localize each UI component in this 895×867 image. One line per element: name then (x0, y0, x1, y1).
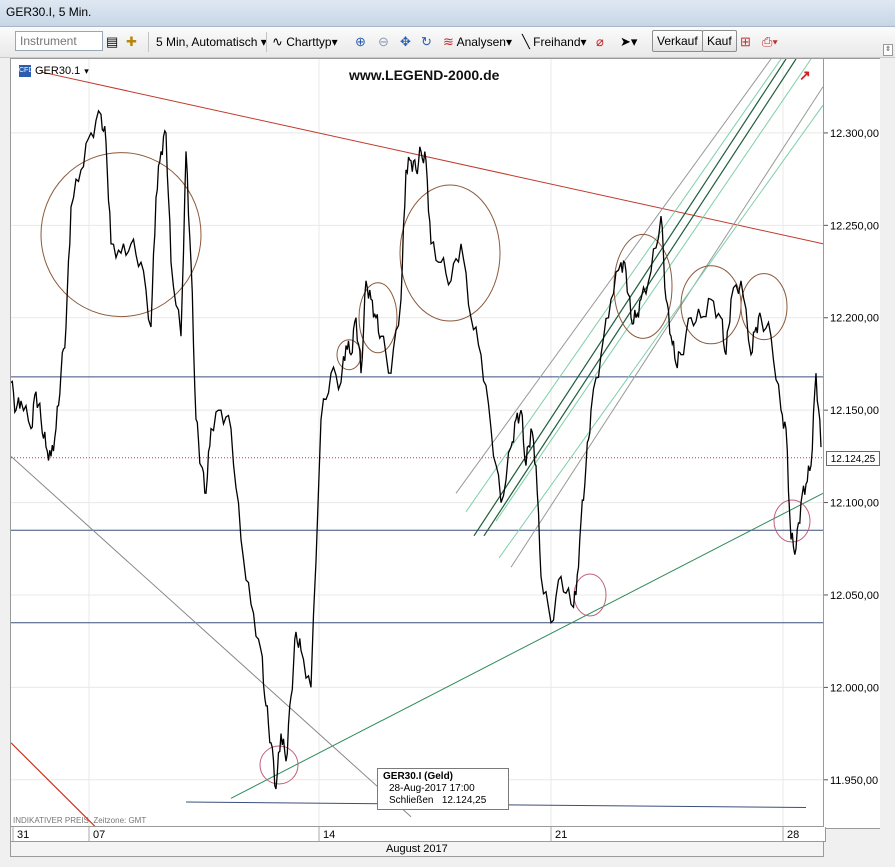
time-axis[interactable]: 31 07 14 21 28 (10, 827, 826, 842)
buy-button[interactable]: Kauf (702, 30, 737, 52)
timeframe-dropdown[interactable]: 5 Min, Automatisch ▾ (156, 32, 267, 52)
highlight-ellipse (40, 152, 202, 318)
trend-channel-line (483, 59, 797, 537)
mode-label: Automatisch (191, 35, 258, 49)
y-axis-tick-label: 12.100,00 (830, 498, 879, 510)
instrument-input[interactable] (15, 31, 103, 51)
chevron-down-icon: ▾ (331, 35, 338, 49)
freihand-label: Freihand (533, 35, 581, 49)
y-axis-tick-label: 12.200,00 (830, 313, 879, 325)
chevron-down-icon: ▾ (505, 35, 512, 49)
watermark-text: www.LEGEND-2000.de (349, 67, 500, 83)
symbol-label: GER30.1 (35, 65, 81, 77)
price-tooltip: GER30.I (Geld) 28-Aug-2017 17:00 Schließ… (377, 768, 509, 810)
zoom-out-icon[interactable]: ⊖ (378, 32, 389, 52)
price-chart (11, 59, 823, 826)
instrument-list-icon[interactable]: ▤ (106, 32, 118, 52)
eraser-icon[interactable]: ⌀ (596, 32, 604, 52)
cursor-icon[interactable]: ➤▾ (620, 32, 637, 52)
x-axis-tick-label: 28 (787, 829, 799, 841)
cfd-icon: CFD (19, 65, 33, 77)
x-axis-tick-label: 14 (323, 829, 335, 841)
resistance-trendline (11, 742, 96, 826)
indicator-text: INDIKATIVER PREIS (13, 816, 89, 825)
chart-plot-area[interactable]: CFD GER30.1 ▾ www.LEGEND-2000.de ↗ INDIK… (10, 58, 824, 827)
tooltip-close-value: 12.124,25 (441, 795, 487, 806)
trend-channel-line (510, 86, 823, 568)
chart-toolbar: ▤ ✚ 5 Min, Automatisch ▾ ∿ Charttyp▾ ⊕ ⊖… (0, 27, 895, 58)
y-axis-tick-label: 12.050,00 (830, 590, 879, 602)
trend-channel-line (465, 59, 782, 513)
charttype-dropdown[interactable]: ∿ Charttyp▾ (272, 32, 338, 52)
fit-icon[interactable]: ✥ (400, 32, 411, 52)
highlight-ellipse (399, 184, 501, 322)
refresh-icon[interactable]: ↻ (421, 32, 432, 52)
x-axis-tick-label: 07 (93, 829, 105, 841)
month-axis: August 2017 (10, 841, 824, 857)
time-axis-labels: 31 07 14 21 28 (12, 827, 799, 841)
x-axis-tick-label: 31 (17, 829, 29, 841)
charttype-label: Charttyp (286, 35, 332, 49)
analysen-dropdown[interactable]: ≋ Analysen▾ (443, 32, 512, 52)
window-title: GER30.I, 5 Min. (6, 5, 92, 19)
chevron-down-icon: ▾ (580, 35, 587, 49)
trend-channel-line (455, 59, 772, 494)
timeframe-label: 5 Min, (156, 35, 189, 49)
analysen-label: Analysen (456, 35, 506, 49)
support-trendline (230, 492, 823, 799)
zoom-in-icon[interactable]: ⊕ (355, 32, 366, 52)
freehand-line-icon: ╲ (522, 34, 530, 49)
tooltip-close-label: Schließen (389, 795, 434, 806)
y-axis-tick-label: 11.950,00 (830, 775, 878, 787)
right-scroll-gutter: ⇳ (880, 44, 895, 867)
trend-arrow-icon: ↗ (799, 67, 811, 83)
timezone-text: Zeitzone: GMT (93, 816, 147, 825)
sell-button[interactable]: Verkauf (652, 30, 703, 52)
freihand-dropdown[interactable]: ╲ Freihand▾ (522, 32, 587, 52)
diagonal-trendline (11, 455, 412, 818)
price-axis-labels: 12.300,00 12.250,00 12.200,00 12.150,00 12.1… (824, 128, 879, 787)
analysis-icon: ≋ (443, 34, 454, 49)
price-axis[interactable]: 12.300,00 12.250,00 12.200,00 12.150,00 12.1… (824, 58, 880, 829)
last-price-label: 12.124,25 (826, 450, 880, 466)
compare-icon[interactable]: ✚ (126, 32, 137, 52)
y-axis-tick-label: 12.150,00 (830, 405, 879, 417)
resistance-trendline (40, 71, 823, 245)
chevron-down-icon: ▾ (84, 65, 89, 76)
symbol-badge[interactable]: CFD GER30.1 ▾ (19, 65, 89, 77)
highlight-ellipse (680, 265, 742, 345)
tooltip-title: GER30.I (Geld) (383, 771, 454, 782)
toolbar-separator (148, 32, 149, 52)
expand-icon[interactable]: ⇳ (883, 44, 893, 56)
indicator-label: INDIKATIVER PREIS Zeitzone: GMT (13, 816, 146, 825)
month-label: August 2017 (386, 843, 448, 855)
x-axis-tick-label: 21 (555, 829, 567, 841)
y-axis-tick-label: 12.250,00 (830, 220, 879, 232)
print-icon[interactable]: ⎙▾ (762, 32, 778, 52)
window-titlebar: GER30.I, 5 Min. (0, 0, 895, 27)
y-axis-tick-label: 12.000,00 (830, 682, 879, 694)
tooltip-time: 28-Aug-2017 17:00 (389, 783, 475, 794)
y-axis-tick-label: 12.300,00 (830, 128, 879, 140)
trend-channel-line (498, 104, 823, 559)
toolbar-separator (266, 32, 267, 52)
indicator-icon[interactable]: ⊞ (740, 32, 751, 52)
line-chart-icon: ∿ (272, 34, 283, 49)
trend-channel-line (495, 59, 812, 522)
